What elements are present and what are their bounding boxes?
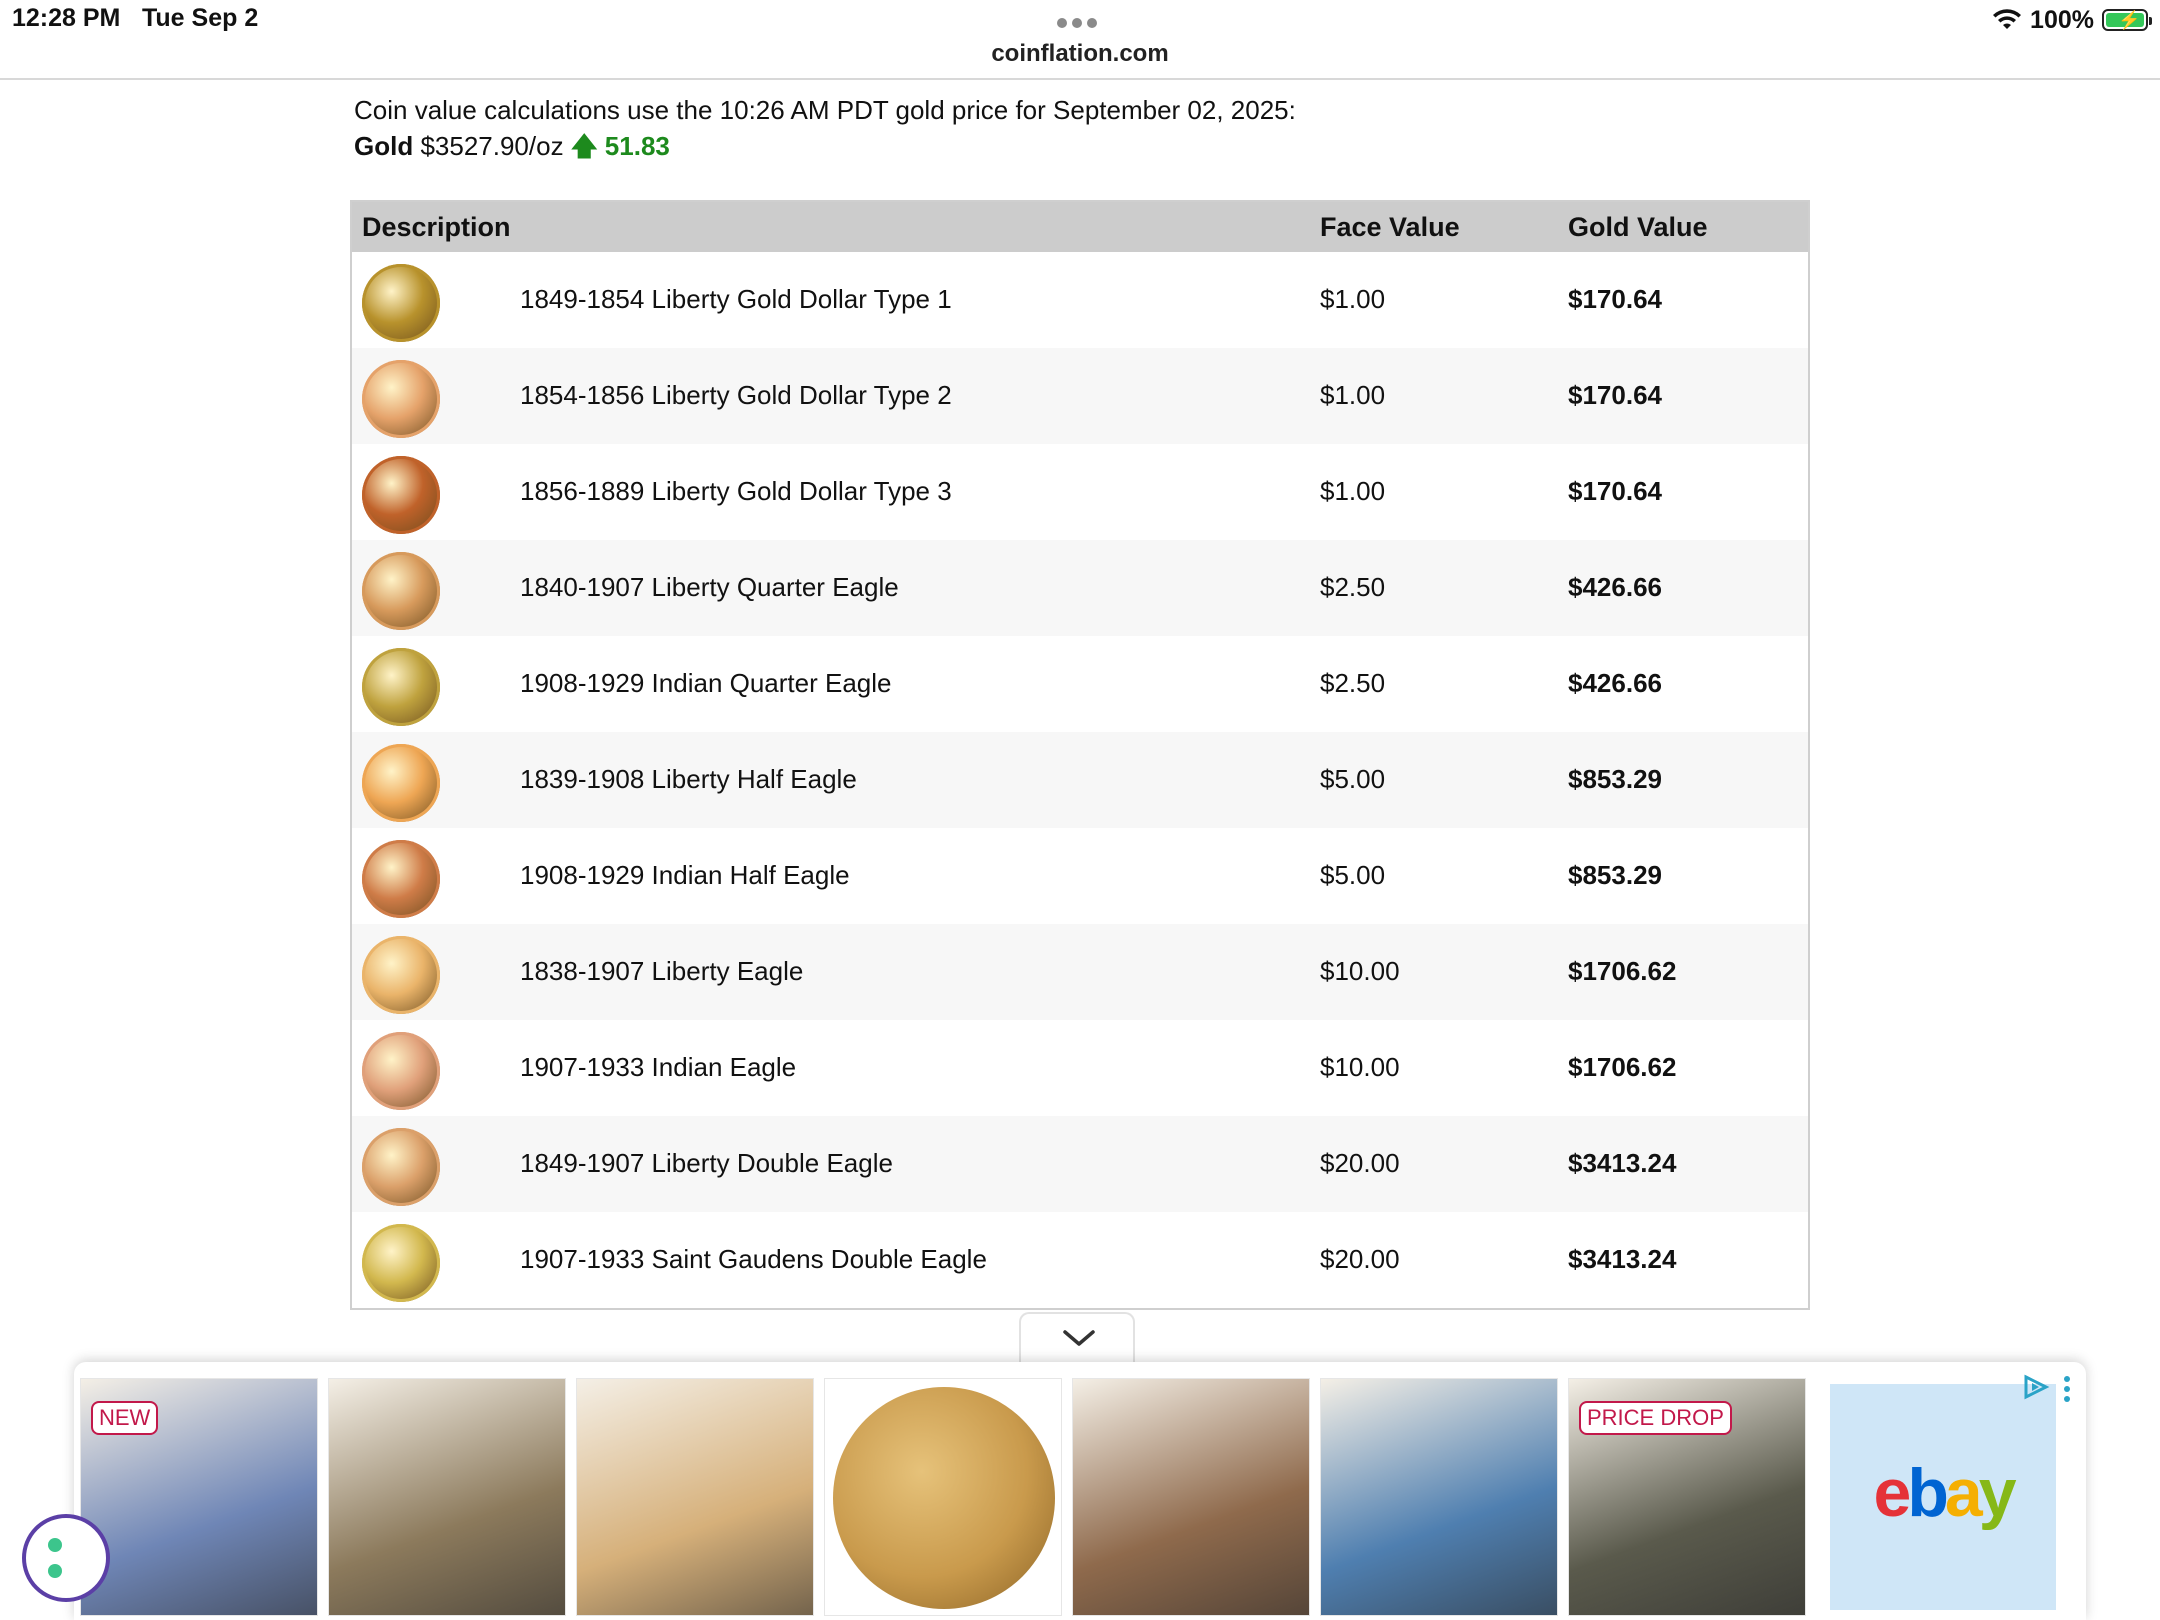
coin-description[interactable]: 1849-1907 Liberty Double Eagle [520,1148,893,1179]
collapse-ad-button[interactable] [1019,1312,1135,1364]
coin-image[interactable] [362,456,440,534]
column-header-gold-value: Gold Value [1568,212,1708,242]
face-value: $20.00 [1320,1244,1400,1274]
table-row: 1840-1907 Liberty Quarter Eagle $2.50 $426… [352,540,1808,636]
coin-description[interactable]: 1854-1856 Liberty Gold Dollar Type 2 [520,380,952,411]
table-body: 1849-1854 Liberty Gold Dollar Type 1 $1.0… [352,252,1808,1308]
ad-tile-portrait-photo[interactable] [328,1378,566,1616]
gold-price-line: Gold $3527.90/oz 🡅 51.83 [354,128,1296,164]
gold-value: $170.64 [1568,476,1662,506]
price-change: 🡅 51.83 [571,131,670,161]
coin-description[interactable]: 1908-1929 Indian Quarter Eagle [520,668,892,699]
table-row: 1908-1929 Indian Half Eagle $5.00 $853.29 [352,828,1808,924]
multitasking-dots[interactable] [1057,15,1103,28]
gold-value: $3413.24 [1568,1244,1677,1274]
face-value: $1.00 [1320,284,1386,314]
divider [0,78,2160,80]
gold-value: $426.66 [1568,668,1662,698]
wifi-icon [1993,9,2022,29]
coin-image[interactable] [362,744,440,822]
new-badge: NEW [91,1401,159,1435]
gold-value: $170.64 [1568,284,1662,314]
face-value: $2.50 [1320,668,1386,698]
coin-image[interactable] [362,840,440,918]
table-row: 1856-1889 Liberty Gold Dollar Type 3 $1.0… [352,444,1808,540]
table-header: Description Face Value Gold Value [352,202,1808,252]
coin-image[interactable] [362,552,440,630]
coin-description[interactable]: 1907-1933 Indian Eagle [520,1052,796,1083]
price-change-value: 51.83 [604,131,670,161]
table-row: 1849-1854 Liberty Gold Dollar Type 1 $1.0… [352,252,1808,348]
face-value: $1.00 [1320,476,1386,506]
coin-image[interactable] [362,936,440,1014]
gold-value: $1706.62 [1568,956,1677,986]
intro-line: Coin value calculations use the 10:26 AM… [354,95,1296,125]
table-row: 1838-1907 Liberty Eagle $10.00 $1706.62 [352,924,1808,1020]
floating-accessibility-button[interactable] [22,1514,110,1602]
chevron-down-icon [1063,1330,1095,1346]
gold-value: $170.64 [1568,380,1662,410]
ad-tile-wheat-penny[interactable] [824,1378,1062,1616]
penny-image [833,1387,1055,1609]
battery-percent: 100% [2030,5,2094,34]
face-value: $5.00 [1320,764,1386,794]
gold-value: $853.29 [1568,764,1662,794]
ad-tile-car-interior[interactable] [1320,1378,1558,1616]
gold-value: $853.29 [1568,860,1662,890]
gold-price: $3527.90/oz [420,131,564,161]
table-row: 1839-1908 Liberty Half Eagle $5.00 $853.29 [352,732,1808,828]
coin-image[interactable] [362,648,440,726]
face-value: $2.50 [1320,572,1386,602]
ad-tile-signed-photo[interactable]: NEW [80,1378,318,1616]
coin-image[interactable] [362,264,440,342]
coin-description[interactable]: 1838-1907 Liberty Eagle [520,956,803,987]
table-row: 1854-1856 Liberty Gold Dollar Type 2 $1.0… [352,348,1808,444]
clock: 12:28 PM [12,4,121,32]
status-icons: 100% ⚡ [1992,4,2152,36]
table-row: 1908-1929 Indian Quarter Eagle $2.50 $426.… [352,636,1808,732]
gold-value: $1706.62 [1568,1052,1677,1082]
status-bar: 12:28 PM Tue Sep 2 100% ⚡ [0,0,2160,40]
adchoices-icon[interactable] [2022,1374,2050,1400]
coin-description[interactable]: 1849-1854 Liberty Gold Dollar Type 1 [520,284,952,315]
table-row: 1907-1933 Saint Gaudens Double Eagle $20.… [352,1212,1808,1308]
table-row: 1849-1907 Liberty Double Eagle $20.00 $341… [352,1116,1808,1212]
face-value: $10.00 [1320,956,1400,986]
ad-tile-tool-handle[interactable] [1072,1378,1310,1616]
coin-image[interactable] [362,1128,440,1206]
coin-description[interactable]: 1839-1908 Liberty Half Eagle [520,764,857,795]
coin-description[interactable]: 1908-1929 Indian Half Eagle [520,860,850,891]
price-drop-badge: PRICE DROP [1579,1401,1732,1435]
url-label[interactable]: coinflation.com [0,40,2160,68]
gold-value: $426.66 [1568,572,1662,602]
face-value: $10.00 [1320,1052,1400,1082]
coin-image[interactable] [362,1224,440,1302]
table-row: 1907-1933 Indian Eagle $10.00 $1706.62 [352,1020,1808,1116]
battery-icon: ⚡ [2102,9,2152,31]
gold-price-intro: Coin value calculations use the 10:26 AM… [354,92,1296,164]
coin-value-table: Description Face Value Gold Value 1849-1… [350,200,1810,1310]
face-value: $20.00 [1320,1148,1400,1178]
coin-description[interactable]: 1907-1933 Saint Gaudens Double Eagle [520,1244,987,1275]
coin-description[interactable]: 1856-1889 Liberty Gold Dollar Type 3 [520,476,952,507]
coin-image[interactable] [362,1032,440,1110]
arrow-up-icon: 🡅 [570,131,598,161]
ad-menu-icon[interactable] [2064,1376,2070,1406]
ebay-logo: ebay [1873,1455,2016,1531]
date: Tue Sep 2 [142,4,259,32]
column-header-face-value: Face Value [1320,212,1460,242]
ebay-ad[interactable]: ebay [1830,1384,2056,1610]
coin-description[interactable]: 1840-1907 Liberty Quarter Eagle [520,572,899,603]
column-header-description: Description [362,212,511,242]
face-value: $5.00 [1320,860,1386,890]
face-value: $1.00 [1320,380,1386,410]
gold-label: Gold [354,131,414,161]
ad-tile-doll-head[interactable] [576,1378,814,1616]
coin-image[interactable] [362,360,440,438]
ad-banner[interactable]: NEW PRICE DROP ebay [74,1362,2086,1620]
gold-value: $3413.24 [1568,1148,1677,1178]
ad-tile-godzilla-figure[interactable]: PRICE DROP [1568,1378,1806,1616]
